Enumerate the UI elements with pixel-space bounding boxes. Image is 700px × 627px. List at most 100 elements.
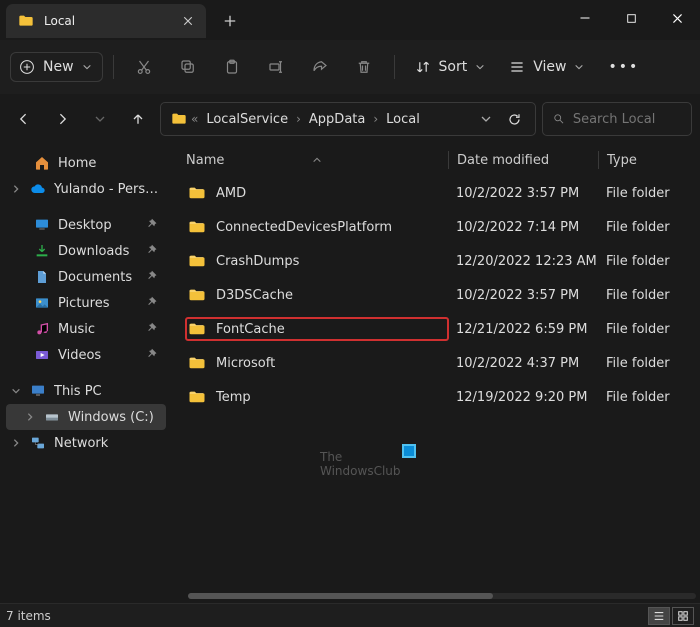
monitor-icon <box>30 383 46 399</box>
folder-icon <box>188 252 206 270</box>
pin-icon <box>146 218 160 232</box>
more-button[interactable]: ••• <box>598 53 649 81</box>
chevron-down-icon[interactable] <box>10 385 22 397</box>
column-date[interactable]: Date modified <box>448 151 598 169</box>
delete-button[interactable] <box>344 49 384 85</box>
file-type: File folder <box>598 390 700 405</box>
file-row[interactable]: Microsoft10/2/2022 4:37 PMFile folder <box>178 346 700 380</box>
sidebar: Home Yulando - Personal DesktopDownloads… <box>0 144 168 603</box>
file-date: 12/19/2022 9:20 PM <box>448 390 598 405</box>
pin-icon <box>146 270 160 284</box>
chevron-right-icon[interactable] <box>10 437 22 449</box>
folder-icon <box>188 218 206 236</box>
main: Home Yulando - Personal DesktopDownloads… <box>0 144 700 603</box>
file-date: 12/20/2022 12:23 AM <box>448 254 598 269</box>
network-icon <box>30 435 46 451</box>
overflow-indicator[interactable]: « <box>191 112 198 126</box>
sidebar-network[interactable]: Network <box>6 430 166 456</box>
file-name: FontCache <box>216 322 285 337</box>
refresh-button[interactable] <box>503 103 525 135</box>
crumb-appdata[interactable]: AppData <box>303 108 371 131</box>
file-row[interactable]: Temp12/19/2022 9:20 PMFile folder <box>178 380 700 414</box>
sidebar-drive-c[interactable]: Windows (C:) <box>6 404 166 430</box>
file-name: CrashDumps <box>216 254 299 269</box>
sidebar-onedrive[interactable]: Yulando - Personal <box>6 176 166 202</box>
pin-icon <box>146 244 160 258</box>
column-name[interactable]: Name <box>186 153 448 168</box>
folder-icon <box>171 111 187 127</box>
sidebar-item-pictures[interactable]: Pictures <box>6 290 166 316</box>
file-type: File folder <box>598 186 700 201</box>
sidebar-item-downloads[interactable]: Downloads <box>6 238 166 264</box>
videos-icon <box>34 347 50 363</box>
file-row[interactable]: ConnectedDevicesPlatform10/2/2022 7:14 P… <box>178 210 700 244</box>
chevron-down-icon <box>574 62 584 72</box>
desktop-icon <box>34 217 50 233</box>
share-button[interactable] <box>300 49 340 85</box>
file-row[interactable]: FontCache 12/21/2022 6:59 PMFile folder <box>178 312 700 346</box>
history-dropdown[interactable] <box>475 103 497 135</box>
maximize-button[interactable] <box>608 0 654 36</box>
view-label: View <box>533 59 566 75</box>
search-input[interactable] <box>573 112 681 127</box>
details-view-toggle[interactable] <box>648 607 670 625</box>
view-button[interactable]: View <box>499 53 594 81</box>
search-box[interactable] <box>542 102 692 136</box>
tab-local[interactable]: Local <box>6 4 206 38</box>
chevron-right-icon[interactable] <box>24 411 36 423</box>
chevron-right-icon[interactable] <box>10 183 22 195</box>
horizontal-scrollbar[interactable] <box>188 593 696 603</box>
file-date: 10/2/2022 4:37 PM <box>448 356 598 371</box>
up-button[interactable] <box>122 103 154 135</box>
chevron-down-icon <box>82 62 92 72</box>
file-date: 10/2/2022 7:14 PM <box>448 220 598 235</box>
file-name: D3DSCache <box>216 288 293 303</box>
sidebar-this-pc[interactable]: This PC <box>6 378 166 404</box>
close-window-button[interactable] <box>654 0 700 36</box>
sidebar-home[interactable]: Home <box>6 150 166 176</box>
paste-button[interactable] <box>212 49 252 85</box>
sort-asc-icon <box>312 155 322 165</box>
crumb-local[interactable]: Local <box>380 108 426 131</box>
sidebar-item-desktop[interactable]: Desktop <box>6 212 166 238</box>
column-type[interactable]: Type <box>598 151 700 169</box>
chevron-right-icon: › <box>373 112 378 126</box>
cut-button[interactable] <box>124 49 164 85</box>
file-list: AMD10/2/2022 3:57 PMFile folderConnected… <box>178 176 700 585</box>
home-icon <box>34 155 50 171</box>
search-icon <box>553 112 565 126</box>
status-items: 7 items <box>6 609 51 623</box>
back-button[interactable] <box>8 103 40 135</box>
file-row[interactable]: CrashDumps12/20/2022 12:23 AMFile folder <box>178 244 700 278</box>
sidebar-item-documents[interactable]: Documents <box>6 264 166 290</box>
rename-button[interactable] <box>256 49 296 85</box>
breadcrumb[interactable]: « LocalService › AppData › Local <box>160 102 536 136</box>
chevron-down-icon <box>475 62 485 72</box>
file-row[interactable]: D3DSCache10/2/2022 3:57 PMFile folder <box>178 278 700 312</box>
copy-button[interactable] <box>168 49 208 85</box>
column-headers: Name Date modified Type <box>178 144 700 176</box>
icons-view-toggle[interactable] <box>672 607 694 625</box>
forward-button[interactable] <box>46 103 78 135</box>
sort-button[interactable]: Sort <box>405 53 496 81</box>
file-row[interactable]: AMD10/2/2022 3:57 PMFile folder <box>178 176 700 210</box>
tabs: Local <box>0 0 206 38</box>
folder-icon <box>188 184 206 202</box>
file-date: 12/21/2022 6:59 PM <box>448 322 598 337</box>
crumb-localservice[interactable]: LocalService <box>200 108 294 131</box>
sort-label: Sort <box>439 59 468 75</box>
recent-button[interactable] <box>84 103 116 135</box>
add-tab-button[interactable] <box>212 4 248 38</box>
file-type: File folder <box>598 220 700 235</box>
minimize-button[interactable] <box>562 0 608 36</box>
sidebar-item-videos[interactable]: Videos <box>6 342 166 368</box>
pictures-icon <box>34 295 50 311</box>
new-button[interactable]: New <box>10 52 103 82</box>
close-tab-icon[interactable] <box>180 13 196 29</box>
address-row: « LocalService › AppData › Local <box>0 94 700 144</box>
sidebar-item-music[interactable]: Music <box>6 316 166 342</box>
folder-icon <box>188 388 206 406</box>
folder-icon <box>188 354 206 372</box>
file-type: File folder <box>598 322 700 337</box>
sidebar-item-label: Documents <box>58 270 138 285</box>
